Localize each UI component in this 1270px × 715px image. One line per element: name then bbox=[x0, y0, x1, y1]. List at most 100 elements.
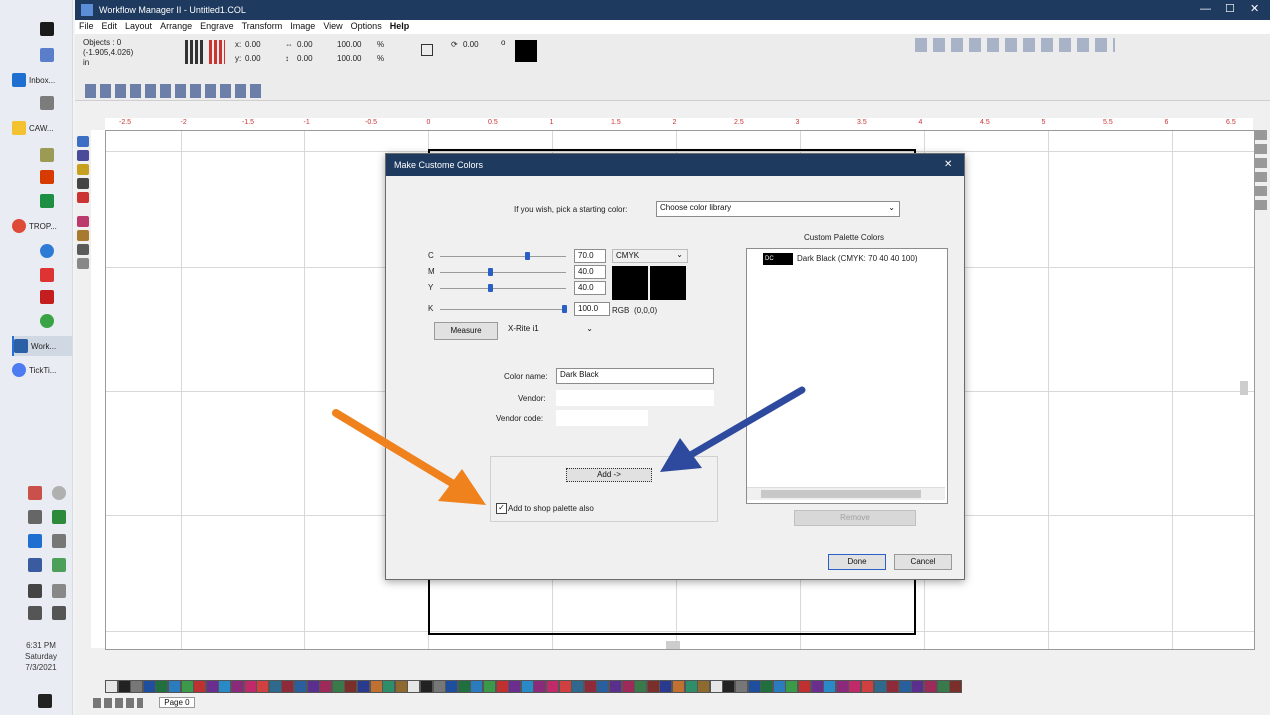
wifi-icon[interactable] bbox=[28, 606, 42, 620]
paint-tool-icon[interactable] bbox=[77, 216, 89, 227]
c-slider-thumb[interactable] bbox=[525, 252, 530, 260]
taskbar-app-ticktick[interactable]: TickTi... bbox=[12, 360, 70, 380]
palette-color-swatch[interactable] bbox=[470, 680, 484, 693]
close-button[interactable]: ✕ bbox=[1250, 2, 1259, 15]
app-green-icon[interactable] bbox=[40, 314, 54, 328]
pencil-tool-icon[interactable] bbox=[77, 244, 89, 255]
taskbar-app-workflow[interactable]: Work... bbox=[12, 336, 72, 356]
pdf-icon[interactable] bbox=[40, 268, 54, 282]
palette-color-swatch[interactable] bbox=[306, 680, 320, 693]
vertical-scrollbar[interactable] bbox=[1240, 381, 1248, 395]
palette-color-swatch[interactable] bbox=[357, 680, 370, 693]
palette-color-swatch[interactable] bbox=[483, 680, 496, 693]
menu-help[interactable]: Help bbox=[386, 20, 414, 32]
palette-color-swatch[interactable] bbox=[571, 680, 585, 693]
excel-icon[interactable] bbox=[40, 194, 54, 208]
palette-color-swatch[interactable] bbox=[609, 680, 622, 693]
palette-color-swatch[interactable] bbox=[117, 680, 131, 693]
palette-color-swatch[interactable] bbox=[672, 680, 685, 693]
palette-color-swatch[interactable] bbox=[420, 680, 433, 693]
dialog-close-button[interactable]: ✕ bbox=[944, 159, 952, 170]
palette-color-swatch[interactable] bbox=[886, 680, 900, 693]
scale-x-value[interactable]: 100.00 bbox=[337, 40, 361, 49]
tray-icon[interactable] bbox=[52, 534, 66, 548]
palette-color-swatch[interactable] bbox=[924, 680, 937, 693]
zoom-tool-icon[interactable] bbox=[77, 178, 89, 189]
y-slider-thumb[interactable] bbox=[488, 284, 493, 292]
vendor-code-field[interactable] bbox=[556, 410, 648, 426]
palette-color-swatch[interactable] bbox=[546, 680, 559, 693]
m-value-field[interactable]: 40.0 bbox=[574, 265, 606, 279]
tray-icon[interactable] bbox=[28, 486, 42, 500]
k-value-field[interactable]: 100.0 bbox=[574, 302, 610, 316]
palette-color-swatch[interactable] bbox=[369, 680, 383, 693]
palette-color-swatch[interactable] bbox=[634, 680, 648, 693]
tray-icon[interactable] bbox=[52, 486, 66, 500]
file-icon[interactable] bbox=[40, 96, 54, 110]
palette-color-swatch[interactable] bbox=[835, 680, 849, 693]
select-tool-icon[interactable] bbox=[77, 136, 89, 147]
palette-color-swatch[interactable] bbox=[558, 680, 572, 693]
acrobat-icon[interactable] bbox=[40, 290, 54, 304]
fill-tool-icon[interactable] bbox=[77, 192, 89, 203]
palette-color-swatch[interactable] bbox=[281, 680, 295, 693]
tray-icon[interactable] bbox=[28, 534, 42, 548]
palette-color-swatch[interactable] bbox=[735, 680, 748, 693]
measure-button[interactable]: Measure bbox=[434, 322, 498, 340]
palette-color-swatch[interactable] bbox=[646, 680, 660, 693]
palette-color-swatch[interactable] bbox=[848, 680, 862, 693]
width-value[interactable]: 0.00 bbox=[297, 40, 313, 49]
menu-arrange[interactable]: Arrange bbox=[156, 20, 196, 32]
pen-tool-icon[interactable] bbox=[77, 230, 89, 241]
palette-color-swatch[interactable] bbox=[810, 680, 824, 693]
palette-color-swatch[interactable] bbox=[155, 680, 169, 693]
horizontal-scrollbar[interactable] bbox=[666, 641, 680, 649]
palette-color-swatch[interactable] bbox=[823, 680, 837, 693]
palette-color-swatch[interactable] bbox=[760, 680, 774, 693]
palette-color-swatch[interactable] bbox=[457, 680, 471, 693]
tray-icon[interactable] bbox=[52, 510, 66, 524]
scroll-thumb[interactable] bbox=[761, 490, 921, 498]
zoom-controls[interactable] bbox=[1255, 130, 1267, 210]
palette-color-swatch[interactable] bbox=[520, 680, 534, 693]
page-nav-icon[interactable] bbox=[93, 698, 143, 708]
add-to-shop-checkbox[interactable]: ✓ bbox=[496, 503, 507, 514]
palette-color-swatch[interactable] bbox=[621, 680, 635, 693]
palette-color-swatch[interactable] bbox=[861, 680, 874, 693]
maximize-button[interactable]: ☐ bbox=[1225, 2, 1235, 15]
list-item[interactable]: DC Dark Black (CMYK: 70 40 40 100) bbox=[763, 253, 943, 265]
color-library-select[interactable]: Choose color library ⌄ bbox=[656, 201, 900, 217]
palette-color-swatch[interactable] bbox=[218, 680, 232, 693]
y-value-field[interactable]: 40.0 bbox=[574, 281, 606, 295]
taskview-icon[interactable] bbox=[40, 48, 54, 62]
lock-icon[interactable] bbox=[421, 44, 433, 56]
palette-color-swatch[interactable] bbox=[319, 680, 333, 693]
measure-device-select[interactable]: X-Rite i1 ⌄ bbox=[504, 322, 598, 338]
palette-color-swatch[interactable] bbox=[596, 680, 610, 693]
start-icon[interactable] bbox=[40, 22, 54, 36]
cancel-button[interactable]: Cancel bbox=[894, 554, 952, 570]
color-preview[interactable] bbox=[515, 40, 537, 62]
palette-color-swatch[interactable] bbox=[130, 680, 144, 693]
clock[interactable]: 6:31 PM Saturday 7/3/2021 bbox=[14, 640, 68, 673]
taskbar-app-trop[interactable]: TROP... bbox=[12, 216, 70, 236]
menu-layout[interactable]: Layout bbox=[121, 20, 156, 32]
add-button[interactable]: Add -> bbox=[566, 468, 652, 482]
color-model-select[interactable]: CMYK ⌄ bbox=[612, 249, 688, 263]
done-button[interactable]: Done bbox=[828, 554, 886, 570]
palette-color-swatch[interactable] bbox=[898, 680, 912, 693]
palette-color-swatch[interactable] bbox=[772, 680, 786, 693]
remove-button[interactable]: Remove bbox=[794, 510, 916, 526]
anchor-grid-icon[interactable] bbox=[185, 40, 205, 64]
scale-y-value[interactable]: 100.00 bbox=[337, 54, 361, 63]
color-palette-bar[interactable] bbox=[105, 680, 985, 694]
y-value[interactable]: 0.00 bbox=[245, 54, 261, 63]
palette-color-swatch[interactable] bbox=[495, 680, 509, 693]
taskbar-app-inbox[interactable]: Inbox... bbox=[12, 70, 70, 90]
tray-icon[interactable] bbox=[28, 558, 42, 572]
palette-color-swatch[interactable] bbox=[911, 680, 925, 693]
palette-color-swatch[interactable] bbox=[243, 680, 257, 693]
c-value-field[interactable]: 70.0 bbox=[574, 249, 606, 263]
palette-color-swatch[interactable] bbox=[394, 680, 408, 693]
palette-color-swatch[interactable] bbox=[533, 680, 547, 693]
